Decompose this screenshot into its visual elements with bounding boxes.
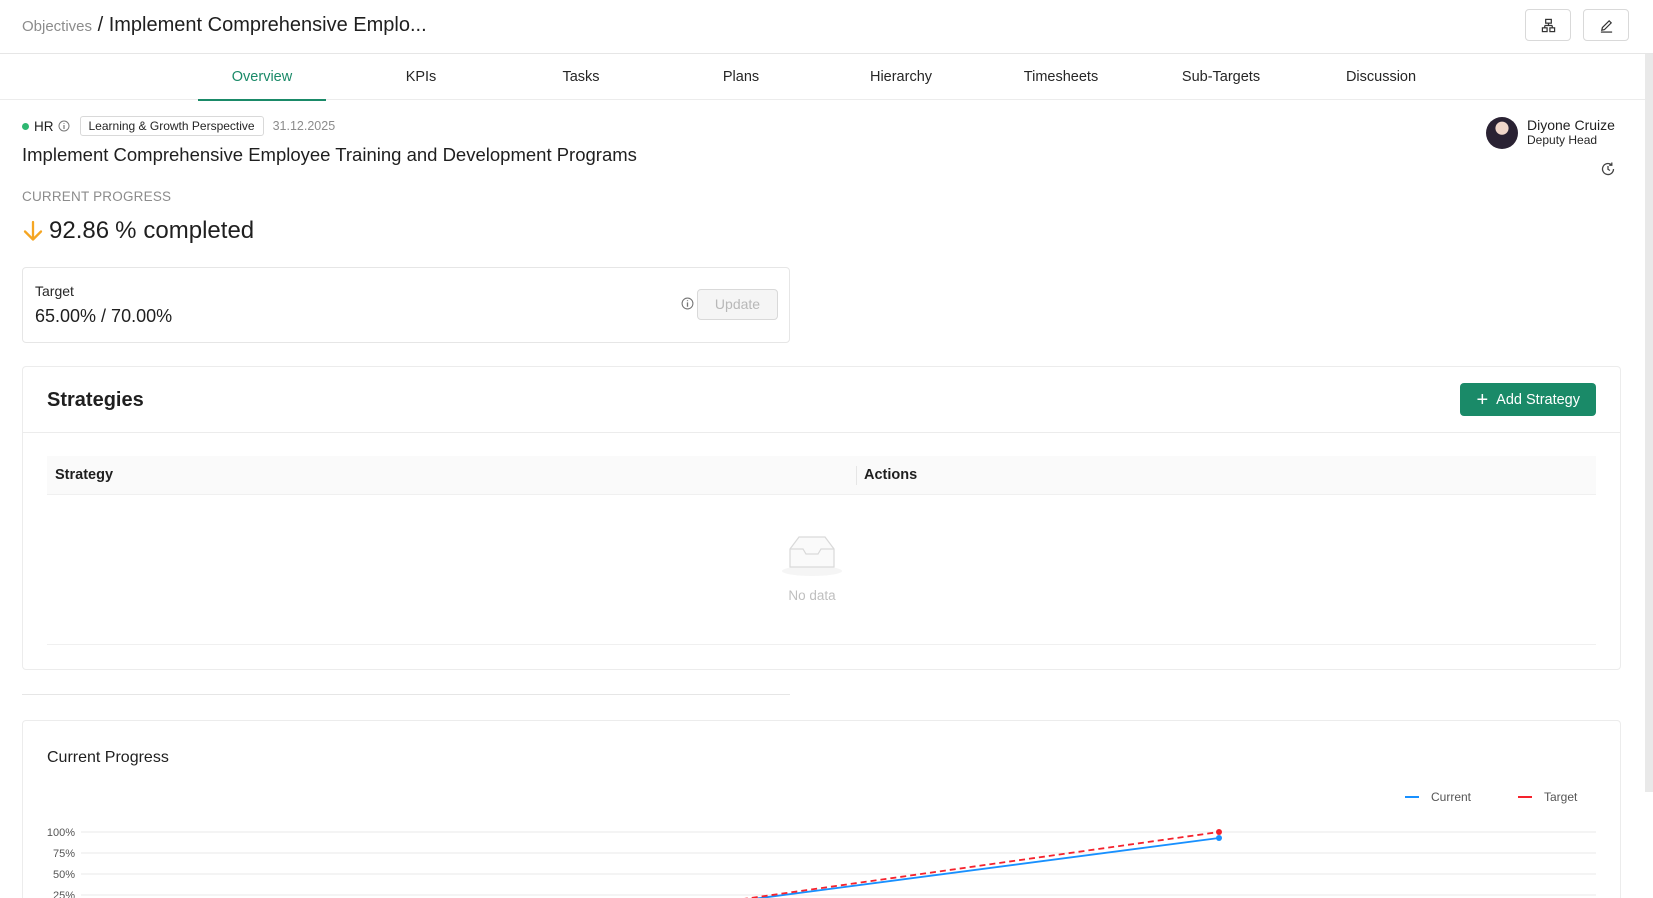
add-strategy-label: Add Strategy	[1496, 391, 1580, 408]
due-date: 31.12.2025	[272, 119, 336, 133]
y-tick-label: 75%	[53, 848, 75, 860]
status-dot	[22, 122, 29, 130]
edit-icon	[1600, 19, 1612, 33]
series-line-target	[744, 831, 1220, 898]
tab-tasks[interactable]: Tasks	[517, 54, 645, 100]
hierarchy-icon	[1541, 18, 1555, 32]
owner-role: Deputy Head	[1527, 133, 1598, 147]
target-info-icon[interactable]	[681, 297, 694, 310]
tab-plans[interactable]: Plans	[677, 54, 805, 100]
progress-chart-card: Current Progress Current Target 100% 75% 5…	[22, 720, 1621, 898]
avatar	[1486, 117, 1518, 149]
data-point-current	[1216, 834, 1222, 841]
target-value: 65.00% / 70.00%	[35, 306, 173, 326]
target-label: Target	[35, 283, 74, 299]
tab-overview[interactable]: Overview	[198, 54, 326, 101]
empty-state: No data	[777, 533, 847, 603]
tab-sub-targets[interactable]: Sub-Targets	[1157, 54, 1285, 100]
owner-name: Diyone Cruize	[1527, 117, 1615, 133]
top-bar: Objectives / Implement Comprehensive Emp…	[0, 0, 1653, 54]
plus-icon: +	[1476, 388, 1489, 411]
vertical-scrollbar[interactable]	[1645, 54, 1653, 792]
add-strategy-button[interactable]: + Add Strategy	[1460, 383, 1596, 416]
objective-title: Implement Comprehensive Employee Trainin…	[22, 144, 637, 165]
tab-kpis[interactable]: KPIs	[357, 54, 485, 100]
section-divider	[22, 694, 790, 695]
column-header-actions[interactable]: Actions	[864, 456, 917, 495]
target-card: Target 65.00% / 70.00% Update	[22, 267, 790, 343]
table-bottom-border	[47, 644, 1596, 645]
owner-info: Diyone Cruize Deputy Head	[1486, 117, 1615, 149]
breadcrumb-current: Implement Comprehensive Emplo...	[108, 14, 427, 36]
y-tick-label: 100%	[47, 827, 75, 839]
empty-inbox-icon	[782, 536, 842, 576]
update-button[interactable]: Update	[697, 289, 778, 320]
arrow-down-icon	[23, 220, 43, 241]
current-progress-value: 92.86 % completed	[22, 217, 254, 245]
progress-suffix: completed	[143, 217, 255, 244]
info-icon[interactable]	[58, 120, 70, 132]
history-icon[interactable]	[1600, 161, 1616, 177]
breadcrumb-parent[interactable]: Objectives	[22, 18, 92, 35]
progress-number: 92.86	[49, 217, 110, 244]
strategies-title: Strategies	[47, 389, 144, 411]
data-point-target	[1216, 829, 1222, 835]
current-progress-label: CURRENT PROGRESS	[22, 189, 172, 204]
tab-timesheets[interactable]: Timesheets	[997, 54, 1125, 100]
strategies-table-header: Strategy Actions	[47, 456, 1596, 495]
strategies-header: Strategies + Add Strategy	[23, 367, 1620, 433]
empty-text: No data	[788, 588, 836, 603]
tab-hierarchy[interactable]: Hierarchy	[837, 54, 965, 100]
department-label: HR	[34, 118, 54, 134]
y-tick-label: 25%	[53, 890, 75, 898]
breadcrumb-separator: /	[97, 14, 104, 36]
progress-chart: 100% 75% 50% 25%	[47, 827, 1596, 898]
column-separator	[856, 466, 857, 485]
edit-button[interactable]	[1583, 9, 1629, 41]
y-tick-label: 50%	[53, 869, 75, 881]
breadcrumb: Objectives / Implement Comprehensive Emp…	[22, 14, 427, 37]
progress-unit: %	[115, 217, 137, 244]
tab-discussion[interactable]: Discussion	[1317, 54, 1445, 100]
objective-meta: HR Learning & Growth Perspective 31.12.2…	[22, 116, 335, 136]
perspective-tag: Learning & Growth Perspective	[79, 116, 264, 136]
strategies-card: Strategies + Add Strategy Strategy Actio…	[22, 366, 1621, 670]
series-line-current	[753, 837, 1220, 898]
tab-bar: Overview KPIs Tasks Plans Hierarchy Time…	[0, 54, 1645, 101]
hierarchy-view-button[interactable]	[1525, 9, 1571, 41]
column-header-strategy[interactable]: Strategy	[55, 456, 113, 495]
